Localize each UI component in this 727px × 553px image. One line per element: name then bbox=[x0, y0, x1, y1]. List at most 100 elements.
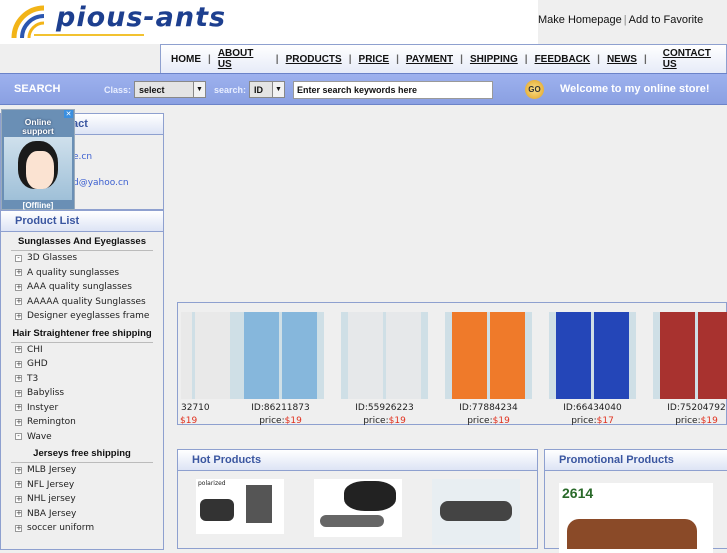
class-select[interactable]: select ▼ bbox=[134, 81, 206, 98]
go-button[interactable]: GO bbox=[525, 80, 544, 99]
category-item[interactable]: + NHL jersey bbox=[1, 492, 163, 507]
category-item-label: Wave bbox=[27, 431, 52, 442]
category-item-label: Remington bbox=[27, 417, 76, 428]
product-price: $19 bbox=[180, 416, 198, 426]
category-heading[interactable]: Sunglasses And Eyeglasses bbox=[11, 232, 153, 251]
category-item[interactable]: + MLB Jersey bbox=[1, 463, 163, 478]
expand-icon[interactable]: + bbox=[15, 360, 22, 368]
search-type-value: ID bbox=[254, 85, 263, 95]
nav-feedback[interactable]: FEEDBACK bbox=[535, 54, 591, 65]
category-item[interactable]: + A quality sunglasses bbox=[1, 266, 163, 281]
category-item-label: Babyliss bbox=[27, 388, 65, 399]
expand-icon[interactable]: + bbox=[15, 269, 22, 277]
product-price: price:$19 bbox=[467, 416, 510, 426]
product-list-box: Product List Sunglasses And Eyeglasses -3… bbox=[0, 210, 164, 550]
close-icon[interactable]: ✕ bbox=[64, 110, 73, 118]
category-item[interactable]: -3D Glasses bbox=[1, 251, 163, 266]
expand-icon[interactable]: + bbox=[15, 346, 22, 354]
category-item[interactable]: + Babyliss bbox=[1, 386, 163, 401]
category-heading[interactable]: Hair Straightener free shipping bbox=[11, 324, 153, 343]
search-input[interactable] bbox=[293, 81, 493, 99]
product-image[interactable] bbox=[445, 312, 532, 399]
gallery-product[interactable]: ID:75204792 price:$19 bbox=[653, 312, 727, 426]
product-id: ID:77884234 bbox=[459, 403, 518, 413]
expand-icon[interactable]: + bbox=[15, 510, 22, 518]
expand-icon[interactable]: + bbox=[15, 495, 22, 503]
expand-icon[interactable]: + bbox=[15, 298, 22, 306]
expand-icon[interactable]: + bbox=[15, 375, 22, 383]
expand-icon[interactable]: + bbox=[15, 524, 22, 532]
nav-contact-us[interactable]: CONTACT US bbox=[663, 48, 726, 70]
expand-icon[interactable]: + bbox=[15, 481, 22, 489]
category-item[interactable]: + AAAAA quality Sunglasses bbox=[1, 295, 163, 310]
nav-about-us[interactable]: ABOUT US bbox=[218, 48, 269, 70]
nav-shipping[interactable]: SHIPPING bbox=[470, 54, 518, 65]
nav-payment[interactable]: PAYMENT bbox=[406, 54, 453, 65]
product-id: ID:66434040 bbox=[563, 403, 622, 413]
category-item-label: MLB Jersey bbox=[27, 465, 77, 476]
nav-news[interactable]: NEWS bbox=[607, 54, 637, 65]
category-item[interactable]: + T3 bbox=[1, 372, 163, 387]
support-avatar bbox=[4, 137, 72, 200]
add-favorite-link[interactable]: Add to Favorite bbox=[629, 14, 704, 26]
product-image[interactable] bbox=[237, 312, 324, 399]
gallery-product[interactable]: ID:77884234 price:$19 bbox=[445, 312, 532, 426]
category-item[interactable]: + Remington bbox=[1, 415, 163, 430]
category-item[interactable]: + AAA quality sunglasses bbox=[1, 280, 163, 295]
category-item[interactable]: - Wave bbox=[1, 430, 163, 445]
product-image[interactable] bbox=[341, 312, 428, 399]
category-item[interactable]: + GHD bbox=[1, 357, 163, 372]
category-item[interactable]: + Instyer bbox=[1, 401, 163, 416]
gallery-product[interactable]: ID:86211873 price:$19 bbox=[237, 312, 324, 426]
gallery-product[interactable]: ID:55926223 price:$19 bbox=[341, 312, 428, 426]
expand-icon[interactable]: + bbox=[15, 312, 22, 320]
hot-product-image[interactable] bbox=[314, 479, 402, 537]
make-homepage-link[interactable]: Make Homepage bbox=[538, 14, 622, 26]
nav-home[interactable]: HOME bbox=[171, 54, 201, 65]
search-label: search: bbox=[214, 85, 247, 95]
category-item-label: 3D Glasses bbox=[27, 253, 78, 264]
chevron-down-icon: ▼ bbox=[193, 82, 205, 97]
contact-email[interactable]: e.cn bbox=[73, 152, 92, 162]
expand-icon[interactable]: + bbox=[15, 404, 22, 412]
category-item-label: Instyer bbox=[27, 402, 59, 413]
promo-product-image[interactable]: 2614 bbox=[559, 483, 713, 553]
top-links: Make Homepage | Add to Favorite bbox=[538, 14, 704, 26]
gallery-product[interactable]: ID:66434040 price:$17 bbox=[549, 312, 636, 426]
expand-icon[interactable]: + bbox=[15, 389, 22, 397]
online-support-widget[interactable]: ✕ Online support [Offline] bbox=[1, 109, 75, 210]
hot-product-image[interactable] bbox=[432, 479, 520, 545]
nav-products[interactable]: PRODUCTS bbox=[286, 54, 342, 65]
product-image[interactable] bbox=[653, 312, 727, 399]
category-item-label: soccer uniform bbox=[27, 523, 95, 534]
gallery-product[interactable]: 32710 $19 bbox=[150, 312, 237, 426]
collapse-icon[interactable]: - bbox=[15, 433, 22, 441]
nav-price[interactable]: PRICE bbox=[359, 54, 390, 65]
category-item-label: T3 bbox=[27, 373, 39, 384]
collapse-icon[interactable]: - bbox=[15, 254, 22, 262]
category-item[interactable]: + CHI bbox=[1, 343, 163, 358]
search-type-select[interactable]: ID ▼ bbox=[249, 81, 285, 98]
category-item-label: NHL jersey bbox=[27, 494, 76, 505]
promotional-products-box: Promotional Products 2614 bbox=[544, 449, 727, 553]
class-select-value: select bbox=[139, 85, 165, 95]
product-id: ID:55926223 bbox=[355, 403, 414, 413]
category-item[interactable]: + soccer uniform bbox=[1, 521, 163, 536]
product-id: ID:86211873 bbox=[251, 403, 310, 413]
product-image[interactable] bbox=[181, 312, 237, 399]
category-heading[interactable]: Jerseys free shipping bbox=[11, 444, 153, 463]
category-item-label: AAAAA quality Sunglasses bbox=[27, 296, 146, 307]
category-item[interactable]: + NBA Jersey bbox=[1, 507, 163, 522]
expand-icon[interactable]: + bbox=[15, 418, 22, 426]
logo[interactable]: pious-ants bbox=[56, 2, 226, 33]
category-item[interactable]: + Designer eyeglasses frame bbox=[1, 309, 163, 324]
hot-product-image[interactable]: polarized bbox=[196, 479, 284, 534]
contact-email[interactable]: d@yahoo.cn bbox=[73, 178, 129, 188]
product-image[interactable] bbox=[549, 312, 636, 399]
category-item[interactable]: + NFL Jersey bbox=[1, 478, 163, 493]
support-title: Online support bbox=[22, 117, 54, 136]
expand-icon[interactable]: + bbox=[15, 466, 22, 474]
category-item-label: GHD bbox=[27, 359, 48, 370]
expand-icon[interactable]: + bbox=[15, 283, 22, 291]
category-item-label: CHI bbox=[27, 344, 43, 355]
